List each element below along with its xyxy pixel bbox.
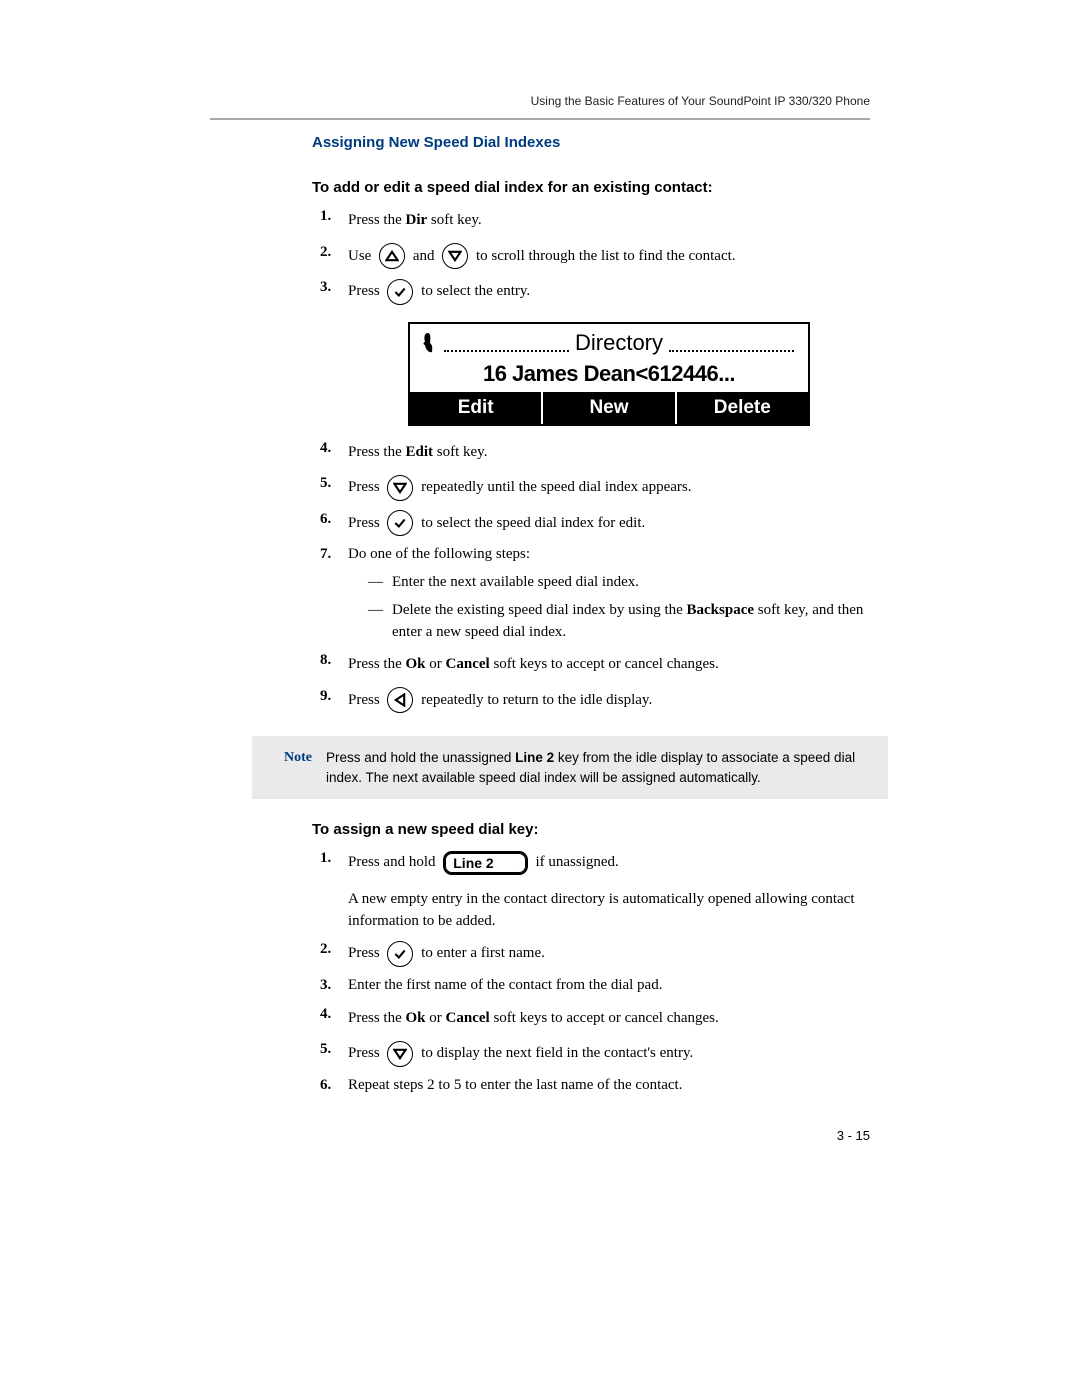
- down-arrow-icon: [387, 475, 413, 501]
- down-arrow-icon: [442, 243, 468, 269]
- step-8: 8. Press the Ok or Cancel soft keys to a…: [320, 650, 870, 679]
- page: Using the Basic Features of Your SoundPo…: [0, 0, 1080, 1397]
- step-6: 6. Press to select the speed dial index …: [320, 509, 870, 538]
- procedure-title-1: To add or edit a speed dial index for an…: [312, 179, 870, 196]
- section-title: Assigning New Speed Dial Indexes: [312, 134, 870, 151]
- screen-header: Directory: [575, 327, 663, 359]
- step-5: 5. Press repeatedly until the speed dial…: [320, 473, 870, 502]
- step-1: 1. Press and hold Line 2 if unassigned. …: [320, 848, 870, 932]
- note-text: Press and hold the unassigned Line 2 key…: [326, 748, 870, 787]
- phone-screen: Directory 16 James Dean<612446... Edit N…: [408, 322, 810, 426]
- dotted-separator: [444, 350, 569, 352]
- softkey-new[interactable]: New: [543, 392, 676, 424]
- dotted-separator: [669, 350, 794, 352]
- note-label: Note: [252, 748, 326, 787]
- check-icon: [387, 941, 413, 967]
- phone-screen-figure: Directory 16 James Dean<612446... Edit N…: [348, 322, 870, 426]
- step-1: 1. Press the Dir soft key.: [320, 206, 870, 235]
- down-arrow-icon: [387, 1041, 413, 1067]
- softkey-delete[interactable]: Delete: [677, 392, 808, 424]
- step-5: 5. Press to display the next field in th…: [320, 1039, 870, 1068]
- step-9: 9. Press repeatedly to return to the idl…: [320, 686, 870, 715]
- step-2: 2. Press to enter a first name.: [320, 939, 870, 968]
- procedure-title-2: To assign a new speed dial key:: [312, 821, 870, 838]
- step-4: 4. Press the Ok or Cancel soft keys to a…: [320, 1004, 870, 1033]
- check-icon: [387, 279, 413, 305]
- screen-entry-row: 16 James Dean<612446...: [410, 358, 808, 392]
- left-arrow-icon: [387, 687, 413, 713]
- steps-list-2: 1. Press and hold Line 2 if unassigned. …: [320, 848, 870, 1096]
- substep-2: Delete the existing speed dial index by …: [368, 600, 870, 644]
- header-rule: [210, 118, 870, 120]
- substep-1: Enter the next available speed dial inde…: [368, 572, 870, 594]
- step-3: 3. Press to select the entry. Directory: [320, 277, 870, 426]
- page-number: 3 - 15: [837, 1128, 870, 1143]
- running-head: Using the Basic Features of Your SoundPo…: [531, 94, 870, 108]
- handset-icon: [418, 331, 438, 353]
- steps-list-1: 1. Press the Dir soft key. 2. Use and to…: [320, 206, 870, 714]
- softkey-row: Edit New Delete: [410, 392, 808, 424]
- line2-key-icon: Line 2: [443, 851, 527, 875]
- step-2: 2. Use and to scroll through the list to…: [320, 242, 870, 271]
- step-1-paragraph: A new empty entry in the contact directo…: [348, 889, 870, 933]
- step-7: 7. Do one of the following steps: Enter …: [320, 544, 870, 643]
- up-arrow-icon: [379, 243, 405, 269]
- step-3: 3. Enter the first name of the contact f…: [320, 975, 870, 997]
- note-block: Note Press and hold the unassigned Line …: [252, 736, 888, 799]
- softkey-edit[interactable]: Edit: [410, 392, 543, 424]
- substeps: Enter the next available speed dial inde…: [368, 572, 870, 643]
- check-icon: [387, 510, 413, 536]
- step-6: 6. Repeat steps 2 to 5 to enter the last…: [320, 1075, 870, 1097]
- step-4: 4. Press the Edit soft key.: [320, 438, 870, 467]
